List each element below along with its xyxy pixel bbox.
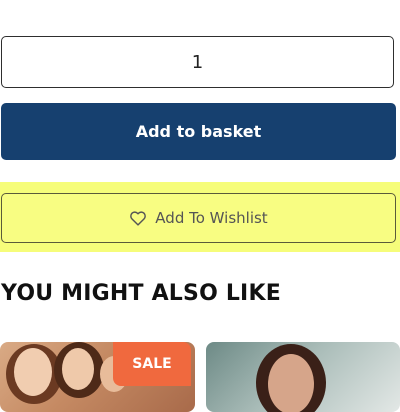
add-to-wishlist-button[interactable]: Add To Wishlist <box>1 193 396 243</box>
product-card[interactable]: SALE <box>0 342 195 412</box>
section-title: YOU MIGHT ALSO LIKE <box>1 281 281 306</box>
quantity-value: 1 <box>191 51 204 73</box>
add-to-wishlist-label: Add To Wishlist <box>155 209 268 227</box>
heart-icon <box>130 211 147 226</box>
quantity-input[interactable]: 1 <box>1 36 394 88</box>
add-to-basket-button[interactable]: Add to basket <box>1 103 396 160</box>
add-to-basket-label: Add to basket <box>135 122 262 141</box>
sale-badge: SALE <box>113 342 191 386</box>
product-card[interactable] <box>206 342 400 412</box>
